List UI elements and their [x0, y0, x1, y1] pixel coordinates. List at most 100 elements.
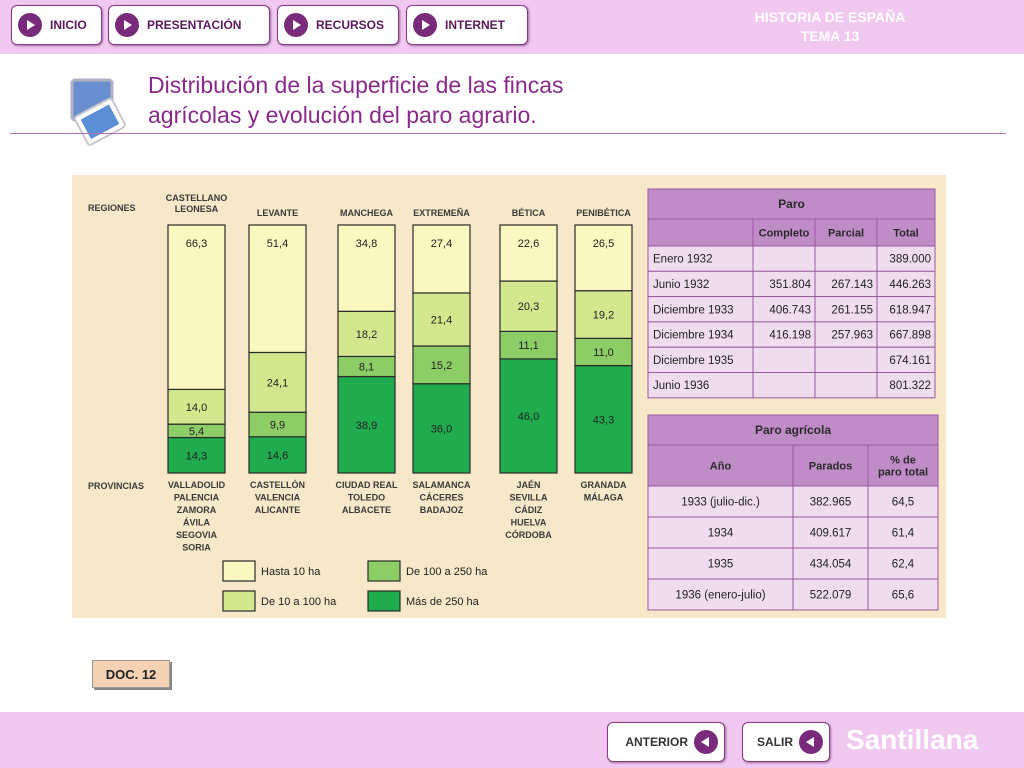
bar-value-label: 5,4 [189, 426, 204, 438]
bar-value-label: 46,0 [518, 411, 539, 423]
table-header-label: Año [710, 461, 732, 473]
santillana-logo: Santillana [846, 724, 979, 755]
region-label: EXTREMEÑA [413, 208, 470, 218]
internet-label: INTERNET [445, 18, 505, 32]
bar-value-label: 26,5 [593, 238, 614, 250]
bar-value-label: 14,3 [186, 450, 207, 462]
bar-segment [499, 224, 558, 282]
recursos-button[interactable]: RECURSOS [277, 5, 399, 45]
province-label: TOLEDO [348, 493, 385, 503]
document-panel: REGIONES PROVINCIAS CASTELLANO LEONESA 14,3 5… [72, 175, 946, 618]
province-label: SEGOVIA [176, 530, 218, 540]
table-cell-value: 61,4 [892, 528, 915, 540]
back-arrow-icon [694, 730, 718, 754]
bar-value-label: 38,9 [356, 420, 377, 432]
table-cell-value: 261.155 [831, 304, 873, 316]
table-cell [814, 245, 878, 272]
bar-value-label: 15,2 [431, 360, 452, 372]
internet-button[interactable]: INTERNET [406, 5, 528, 45]
bar-value-label: 14,0 [186, 402, 207, 414]
table-cell-value: Diciembre 1935 [653, 355, 734, 367]
legend-swatch [222, 590, 256, 612]
table-cell-value: 64,5 [892, 497, 914, 509]
region-label: LEONESA [175, 204, 219, 214]
province-label: ALBACETE [342, 505, 391, 515]
province-label: GRANADA [581, 480, 627, 490]
recursos-label: RECURSOS [316, 18, 385, 32]
page-title: Distribución de la superficie de las fin… [148, 70, 708, 130]
table-cell-value: 1933 (julio-dic.) [681, 497, 760, 509]
course-unit: TEMA 13 [800, 28, 860, 44]
page-title-line-2: agrícolas y evolución del paro agrario. [148, 102, 537, 128]
table-cell-value: 382.965 [810, 497, 852, 509]
province-label: JAÉN [516, 480, 540, 490]
inicio-label: INICIO [50, 18, 87, 32]
table-cell-value: 62,4 [892, 559, 915, 571]
table-cell [752, 346, 816, 373]
region-label: LEVANTE [257, 208, 298, 218]
bar-segment [574, 224, 633, 292]
province-label: VALENCIA [255, 493, 301, 503]
table-cell-value: 522.079 [810, 590, 852, 602]
table-header-label: Parados [809, 461, 852, 473]
play-arrow-icon [413, 13, 437, 37]
province-label: CÓRDOBA [505, 529, 552, 540]
legend-swatch [222, 560, 256, 582]
presentacion-label: PRESENTACIÓN [147, 18, 242, 32]
table-title: Paro agrícola [755, 423, 831, 437]
play-arrow-icon [115, 13, 139, 37]
table-cell [752, 372, 816, 399]
document-stack-icon [66, 74, 128, 148]
bar-value-label: 21,4 [431, 314, 452, 326]
province-label: SALAMANCA [413, 480, 471, 490]
table-title: Paro [778, 197, 805, 211]
legend-label: De 100 a 250 ha [406, 566, 488, 578]
table-cell-value: 1936 (enero-julio) [675, 590, 765, 602]
province-label: CÁDIZ [515, 505, 543, 515]
province-label: CASTELLÓN [250, 479, 305, 490]
bar-value-label: 66,3 [186, 238, 207, 250]
table-header-label: Parcial [828, 228, 864, 240]
table-cell-value: 267.143 [831, 279, 873, 291]
table-cell-value: 446.263 [889, 279, 931, 291]
table-cell-value: 409.617 [810, 528, 852, 540]
farm-size-chart: REGIONES PROVINCIAS CASTELLANOLEONESA 14,3 5… [88, 188, 939, 612]
bar-value-label: 34,8 [356, 238, 377, 250]
bar-value-label: 11,1 [518, 340, 539, 352]
table-cell-value: 406.743 [769, 304, 811, 316]
province-label: CÁCERES [419, 493, 463, 503]
table-cell-value: 434.054 [810, 559, 852, 571]
table-cell-value: 801.322 [889, 380, 931, 392]
course-title: HISTORIA DE ESPAÑA TEMA 13 [720, 8, 940, 46]
province-label: CIUDAD REAL [336, 480, 399, 490]
table-cell [814, 346, 878, 373]
table-cell-value: Diciembre 1934 [653, 330, 734, 342]
table-cell-value: 389.000 [889, 254, 931, 266]
table-cell-value: 618.947 [889, 304, 931, 316]
bar-value-label: 20,3 [518, 301, 539, 313]
table-header-label: paro total [878, 467, 928, 479]
table-header-label: Total [893, 228, 918, 240]
anterior-button[interactable]: ANTERIOR [607, 722, 725, 762]
bar-value-label: 36,0 [431, 423, 452, 435]
title-divider [10, 133, 1006, 134]
table-cell-value: Junio 1936 [653, 380, 709, 392]
table-cell-value: Junio 1932 [653, 279, 709, 291]
province-label: MÁLAGA [584, 493, 624, 503]
bar-value-label: 24,1 [267, 377, 288, 389]
table-cell-value: Enero 1932 [653, 254, 712, 266]
table-cell-value: 351.804 [769, 279, 811, 291]
province-label: ÁVILA [183, 518, 211, 528]
region-label: BÉTICA [512, 208, 546, 218]
province-label: SEVILLA [509, 493, 548, 503]
inicio-button[interactable]: INICIO [11, 5, 102, 45]
salir-button[interactable]: SALIR [742, 722, 830, 762]
region-label: MANCHEGA [340, 208, 393, 218]
course-subject: HISTORIA DE ESPAÑA [754, 9, 906, 25]
provinces-label: PROVINCIAS [88, 481, 144, 491]
bar-value-label: 8,1 [359, 361, 374, 373]
legend-label: Hasta 10 ha [261, 566, 321, 578]
presentacion-button[interactable]: PRESENTACIÓN [108, 5, 270, 45]
province-label: ALICANTE [255, 505, 301, 515]
back-arrow-icon [799, 730, 823, 754]
